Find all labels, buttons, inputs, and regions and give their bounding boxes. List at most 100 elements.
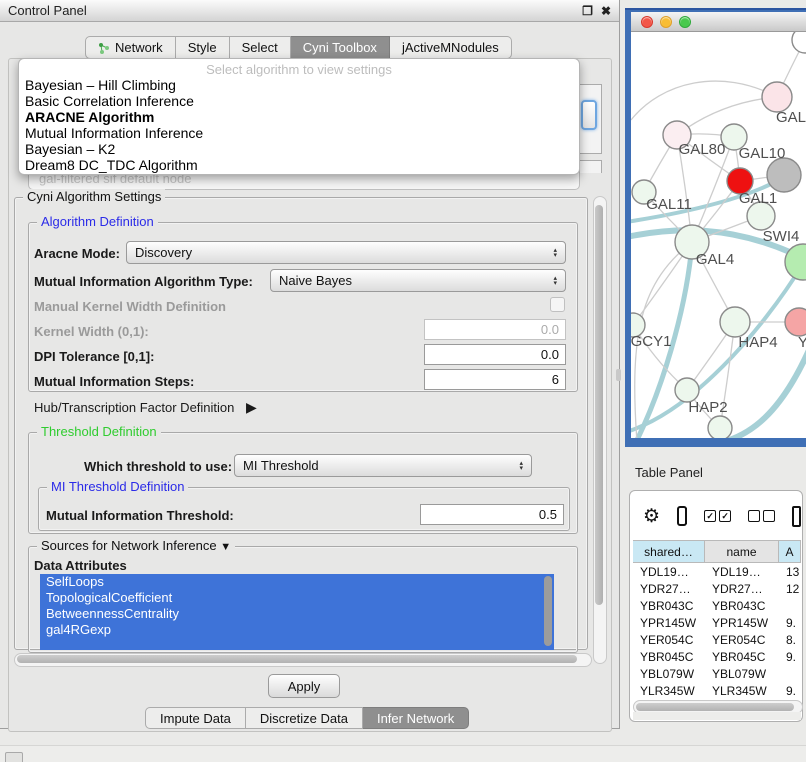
checked-pair-icon[interactable]: ✓✓ — [704, 510, 731, 522]
attribute-item[interactable]: gal4RGexp — [40, 622, 554, 638]
network-node-label: GAL80 — [679, 141, 726, 158]
minimize-traffic-light-icon[interactable] — [660, 16, 672, 28]
mi-threshold-field[interactable]: 0.5 — [420, 504, 564, 525]
mi-algorithm-type-combo[interactable]: Naive Bayes ▴▾ — [270, 269, 566, 292]
network-node-HAP4[interactable] — [720, 307, 750, 337]
table-cell: YBL079W — [705, 665, 779, 682]
chevron-down-icon: ▼ — [220, 541, 231, 553]
split-columns-icon[interactable] — [677, 506, 687, 526]
node-table: shared…nameA YDL19…YDL19…13YDR27…YDR27…1… — [633, 540, 801, 700]
algorithm-option[interactable]: Basic Correlation Inference — [19, 93, 579, 109]
network-node-n-top[interactable] — [792, 32, 806, 53]
network-node-n-salmon[interactable] — [785, 308, 806, 336]
table-cell: 9. — [779, 682, 801, 699]
table-row[interactable]: YPR145WYPR145W9. — [633, 614, 801, 631]
network-node-label: GAL4 — [696, 251, 734, 268]
kernel-width-field[interactable]: 0.0 — [424, 319, 566, 340]
algorithm-option[interactable]: Bayesian – K2 — [19, 141, 579, 157]
network-node-label: GCY1 — [631, 333, 671, 350]
zoom-traffic-light-icon[interactable] — [679, 16, 691, 28]
sources-group-title[interactable]: Sources for Network Inference ▼ — [37, 538, 235, 553]
which-threshold-value: MI Threshold — [243, 458, 319, 473]
tab-jactivemnodules[interactable]: jActiveMNodules — [390, 36, 512, 59]
aracne-mode-value: Discovery — [135, 245, 192, 260]
network-node-label: HAP2 — [688, 399, 727, 416]
algorithm-option[interactable]: Bayesian – Hill Climbing — [19, 77, 579, 93]
aracne-mode-combo[interactable]: Discovery ▴▾ — [126, 241, 566, 264]
tab-infer-network[interactable]: Infer Network — [363, 707, 469, 729]
screen: Control Panel ❐ ✖ Network Style Select C… — [0, 0, 806, 762]
table-row[interactable]: YBR043CYBR043C — [633, 597, 801, 614]
aracne-mode-label: Aracne Mode: — [34, 246, 120, 261]
algorithm-option[interactable]: Dream8 DC_TDC Algorithm — [19, 157, 579, 173]
tab-discretize-data[interactable]: Discretize Data — [246, 707, 363, 729]
tab-network[interactable]: Network — [85, 36, 176, 59]
tab-label: Cyni Toolbox — [303, 40, 377, 55]
table-column-header[interactable]: A — [779, 541, 801, 562]
table-column-header[interactable]: shared… — [633, 541, 705, 562]
tab-label: Select — [242, 40, 278, 55]
gear-icon[interactable]: ⚙ — [643, 507, 660, 526]
network-window-titlebar[interactable] — [631, 12, 806, 32]
close-icon[interactable]: ✖ — [601, 5, 611, 17]
which-threshold-combo[interactable]: MI Threshold ▴▾ — [234, 454, 532, 477]
tab-label: Discretize Data — [260, 711, 348, 726]
table-cell: YBR043C — [633, 597, 705, 614]
attributes-scrollbar[interactable] — [544, 576, 552, 646]
table-row[interactable]: YDL19…YDL19…13 — [633, 563, 801, 580]
table-cell: YER054C — [633, 631, 705, 648]
table-column-header[interactable]: name — [705, 541, 779, 562]
kernel-width-label: Kernel Width (0,1): — [34, 324, 149, 339]
table-cell: YDR27… — [705, 580, 779, 597]
network-node-label: HAP4 — [738, 334, 777, 351]
network-node-n-pink1[interactable] — [762, 82, 792, 112]
table-cell: YPR145W — [633, 614, 705, 631]
tab-style[interactable]: Style — [176, 36, 230, 59]
table-cell: YBR045C — [705, 648, 779, 665]
hub-section-label: Hub/Transcription Factor Definition — [34, 400, 234, 415]
network-node-label: Y — [798, 334, 806, 351]
table-cell: YER054C — [705, 631, 779, 648]
dpi-tolerance-field[interactable]: 0.0 — [424, 344, 566, 365]
manual-kernel-checkbox[interactable] — [550, 297, 565, 312]
table-cell: 8. — [779, 631, 801, 648]
network-node-label: SWI4 — [763, 228, 800, 245]
bottom-tab-bar: Impute Data Discretize Data Infer Networ… — [145, 707, 469, 729]
corner-widget-icon[interactable] — [5, 752, 23, 762]
network-node-n-gray[interactable] — [767, 158, 801, 192]
close-traffic-light-icon[interactable] — [641, 16, 653, 28]
table-row[interactable]: YBR045CYBR045C9. — [633, 648, 801, 665]
settings-horizontal-scrollbar[interactable] — [14, 653, 592, 667]
unchecked-pair-icon[interactable] — [748, 510, 775, 522]
algorithm-option[interactable]: ARACNE Algorithm — [19, 109, 579, 125]
top-tab-bar: Network Style Select Cyni Toolbox jActiv… — [85, 36, 512, 59]
attribute-item[interactable]: BetweennessCentrality — [40, 606, 554, 622]
splitter-handle[interactable] — [616, 369, 621, 381]
network-icon — [98, 42, 110, 54]
table-cell: YBR043C — [705, 597, 779, 614]
table-row[interactable]: YLR345WYLR345W9. — [633, 682, 801, 699]
mi-steps-field[interactable]: 6 — [424, 369, 566, 390]
mi-threshold-label: Mutual Information Threshold: — [46, 508, 234, 523]
data-attributes-list[interactable]: SelfLoopsTopologicalCoefficientBetweenne… — [40, 574, 554, 650]
restore-icon[interactable]: ❐ — [582, 5, 593, 17]
attribute-item[interactable]: SelfLoops — [40, 574, 554, 590]
settings-vertical-scrollbar[interactable] — [593, 196, 607, 664]
table-body: YDL19…YDL19…13YDR27…YDR27…12YBR043CYBR04… — [633, 563, 801, 700]
attribute-item[interactable]: TopologicalCoefficient — [40, 590, 554, 606]
table-row[interactable]: YDR27…YDR27…12 — [633, 580, 801, 597]
table-cell: YDR27… — [633, 580, 705, 597]
network-node-n-bottom[interactable] — [708, 416, 732, 438]
network-canvas[interactable]: GALGAL80GAL10GAL1GAL11SWI4GAL4GCY1HAP4YH… — [631, 32, 806, 438]
tab-select[interactable]: Select — [230, 36, 291, 59]
table-row[interactable]: YER054CYER054C8. — [633, 631, 801, 648]
tab-impute-data[interactable]: Impute Data — [145, 707, 246, 729]
algorithm-option[interactable]: Mutual Information Inference — [19, 125, 579, 141]
document-icon[interactable] — [792, 506, 801, 527]
apply-button[interactable]: Apply — [268, 674, 340, 698]
table-cell: YLR345W — [633, 682, 705, 699]
hub-section-toggle[interactable]: Hub/Transcription Factor Definition ▶ — [34, 399, 257, 416]
algorithm-dropdown-popup: Select algorithm to view settings Bayesi… — [18, 58, 580, 175]
tab-cyni-toolbox[interactable]: Cyni Toolbox — [291, 36, 390, 59]
table-row[interactable]: YBL079WYBL079W — [633, 665, 801, 682]
